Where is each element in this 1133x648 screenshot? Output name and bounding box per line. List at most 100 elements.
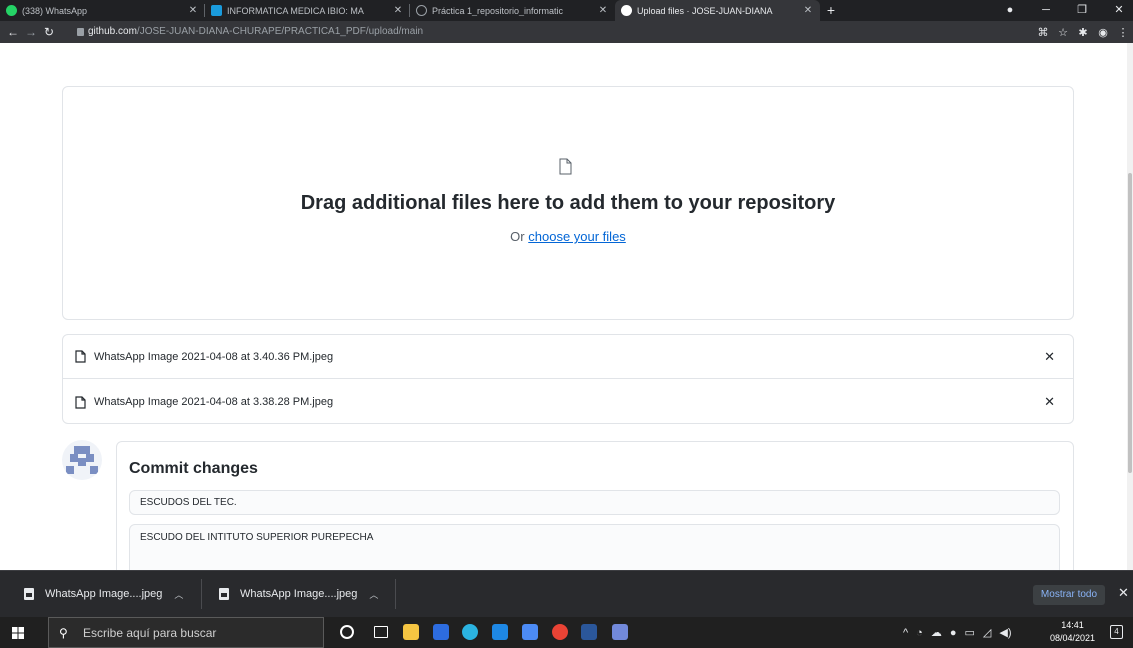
commit-title: Commit changes bbox=[129, 460, 258, 477]
forward-icon[interactable]: → bbox=[22, 25, 40, 39]
new-tab-button[interactable]: + bbox=[820, 0, 842, 21]
download-item[interactable]: WhatsApp Image....jpeg ︿ bbox=[24, 571, 183, 617]
tab-title: INFORMATICA MEDICA IBIO: MA bbox=[227, 5, 364, 16]
network-icon[interactable]: ◿ bbox=[983, 626, 991, 639]
close-downloads-icon[interactable]: ✕ bbox=[1118, 585, 1129, 601]
star-icon[interactable]: ☆ bbox=[1053, 26, 1073, 39]
tab-title: Upload files · JOSE-JUAN-DIANA bbox=[637, 5, 773, 16]
url-field[interactable]: github.com/JOSE-JUAN-DIANA-CHURAPE/PRACT… bbox=[88, 21, 423, 43]
download-name: WhatsApp Image....jpeg bbox=[45, 588, 163, 600]
back-icon[interactable]: ← bbox=[4, 25, 22, 39]
meeting-icon bbox=[211, 5, 222, 16]
whatsapp-icon bbox=[6, 5, 17, 16]
download-item[interactable]: WhatsApp Image....jpeg ︿ bbox=[219, 571, 378, 617]
list-item: WhatsApp Image 2021-04-08 at 3.40.36 PM.… bbox=[63, 335, 1073, 379]
chrome-icon[interactable] bbox=[552, 624, 568, 640]
volume-icon[interactable]: ◀) bbox=[999, 626, 1011, 639]
page-viewport: Drag additional files here to add them t… bbox=[0, 43, 1133, 570]
maximize-button[interactable]: ❐ bbox=[1068, 0, 1096, 21]
remove-file-icon[interactable]: ✕ bbox=[1044, 394, 1055, 410]
choose-files-line: Or choose your files bbox=[63, 229, 1073, 244]
search-placeholder: Escribe aquí para buscar bbox=[83, 625, 217, 640]
commit-description-textarea[interactable]: ESCUDO DEL INTITUTO SUPERIOR PUREPECHA bbox=[129, 524, 1060, 570]
address-bar: ← → ↻ github.com/JOSE-JUAN-DIANA-CHURAPE… bbox=[0, 21, 1133, 43]
commit-summary-input[interactable]: ESCUDOS DEL TEC. bbox=[129, 490, 1060, 515]
file-drop-zone[interactable]: Drag additional files here to add them t… bbox=[62, 86, 1074, 320]
chevron-up-icon[interactable]: ︿ bbox=[174, 588, 183, 601]
file-name: WhatsApp Image 2021-04-08 at 3.40.36 PM.… bbox=[94, 350, 334, 363]
image-file-icon bbox=[219, 588, 229, 600]
chevron-up-icon[interactable]: ︿ bbox=[369, 588, 378, 601]
choose-files-link[interactable]: choose your files bbox=[528, 229, 626, 244]
chevron-up-icon[interactable]: ^ bbox=[903, 627, 908, 639]
edge-icon[interactable] bbox=[462, 624, 478, 640]
menu-icon[interactable]: ⋮ bbox=[1113, 26, 1133, 39]
file-explorer-icon[interactable] bbox=[403, 624, 419, 640]
word-icon[interactable] bbox=[581, 624, 597, 640]
translate-icon[interactable]: ⌘ bbox=[1033, 26, 1053, 39]
file-icon bbox=[75, 395, 86, 409]
toolbar-icons: ⌘ ☆ ✱ ◉ ⋮ bbox=[1033, 21, 1133, 43]
close-tab-icon[interactable]: ✕ bbox=[802, 5, 814, 16]
downloads-bar: WhatsApp Image....jpeg ︿ WhatsApp Image.… bbox=[0, 570, 1133, 617]
discord-icon[interactable] bbox=[612, 624, 628, 640]
file-icon bbox=[75, 350, 86, 363]
identicon-icon bbox=[66, 446, 98, 474]
github-icon bbox=[621, 5, 632, 16]
list-item: WhatsApp Image 2021-04-08 at 3.38.28 PM.… bbox=[63, 380, 1073, 424]
cortana-icon[interactable] bbox=[340, 625, 354, 639]
notification-center-icon[interactable]: 4 bbox=[1110, 625, 1123, 639]
page-scrollbar[interactable] bbox=[1127, 43, 1133, 570]
reload-icon[interactable]: ↻ bbox=[40, 25, 58, 39]
task-view-icon[interactable] bbox=[374, 626, 388, 638]
taskbar-search-box[interactable]: ⚲ Escribe aquí para buscar bbox=[48, 617, 324, 648]
tab-whatsapp[interactable]: (338) WhatsApp ✕ bbox=[0, 0, 205, 21]
file-icon bbox=[559, 158, 572, 175]
show-all-button[interactable]: Mostrar todo bbox=[1033, 585, 1105, 605]
profile-icon[interactable]: ● bbox=[996, 0, 1024, 21]
taskbar-clock[interactable]: 14:41 08/04/2021 bbox=[1040, 619, 1105, 645]
mail-icon[interactable] bbox=[492, 624, 508, 640]
download-name: WhatsApp Image....jpeg bbox=[240, 588, 358, 600]
tab-title: Práctica 1_repositorio_informatic bbox=[432, 5, 564, 16]
isis-app-icon[interactable] bbox=[433, 624, 449, 640]
app-tray-icon[interactable]: ◔ bbox=[916, 627, 923, 639]
file-name: WhatsApp Image 2021-04-08 at 3.38.28 PM.… bbox=[94, 396, 334, 408]
avatar bbox=[62, 440, 102, 480]
close-tab-icon[interactable]: ✕ bbox=[392, 5, 404, 16]
lock-icon bbox=[77, 28, 84, 36]
uploaded-file-list: WhatsApp Image 2021-04-08 at 3.40.36 PM.… bbox=[62, 334, 1074, 424]
image-file-icon bbox=[24, 588, 34, 600]
url-path: /JOSE-JUAN-DIANA-CHURAPE/PRACTICA1_PDF/u… bbox=[136, 26, 424, 37]
globe-icon bbox=[416, 5, 427, 16]
download-separator bbox=[201, 579, 202, 609]
clock-date: 08/04/2021 bbox=[1049, 633, 1096, 643]
or-text: Or bbox=[510, 229, 525, 244]
tab-practica[interactable]: Práctica 1_repositorio_informatic ✕ bbox=[410, 0, 615, 21]
tab-informatica[interactable]: INFORMATICA MEDICA IBIO: MA ✕ bbox=[205, 0, 410, 21]
scrollbar-thumb[interactable] bbox=[1128, 173, 1132, 473]
url-host: github.com bbox=[88, 26, 137, 37]
close-tab-icon[interactable]: ✕ bbox=[597, 5, 609, 16]
browser-tab-strip: (338) WhatsApp ✕ INFORMATICA MEDICA IBIO… bbox=[0, 0, 1133, 21]
minimize-button[interactable]: ─ bbox=[1032, 0, 1060, 21]
windows-start-icon[interactable] bbox=[12, 627, 24, 639]
clock-time: 14:41 bbox=[1061, 620, 1084, 630]
onedrive-icon[interactable]: ☁ bbox=[931, 626, 942, 639]
close-window-button[interactable]: ✕ bbox=[1105, 0, 1133, 21]
extensions-icon[interactable]: ✱ bbox=[1073, 26, 1093, 39]
system-tray: ^ ◔ ☁ ● ▭ ◿ ◀) bbox=[903, 617, 1019, 648]
notification-count: 4 bbox=[1114, 627, 1119, 636]
close-tab-icon[interactable]: ✕ bbox=[187, 5, 199, 16]
download-separator bbox=[395, 579, 396, 609]
search-icon: ⚲ bbox=[59, 625, 68, 640]
battery-icon[interactable]: ▭ bbox=[964, 626, 974, 639]
commit-changes-box: Commit changes ESCUDOS DEL TEC. ESCUDO D… bbox=[116, 441, 1074, 570]
tab-upload-files[interactable]: Upload files · JOSE-JUAN-DIANA ✕ bbox=[615, 0, 820, 21]
drop-heading: Drag additional files here to add them t… bbox=[300, 192, 836, 214]
microphone-icon[interactable]: ● bbox=[950, 627, 957, 639]
windows-taskbar: ⚲ Escribe aquí para buscar ^ ◔ ☁ ● ▭ ◿ ◀… bbox=[0, 617, 1133, 648]
remove-file-icon[interactable]: ✕ bbox=[1044, 349, 1055, 365]
avatar-icon[interactable]: ◉ bbox=[1093, 26, 1113, 39]
store-icon[interactable] bbox=[522, 624, 538, 640]
